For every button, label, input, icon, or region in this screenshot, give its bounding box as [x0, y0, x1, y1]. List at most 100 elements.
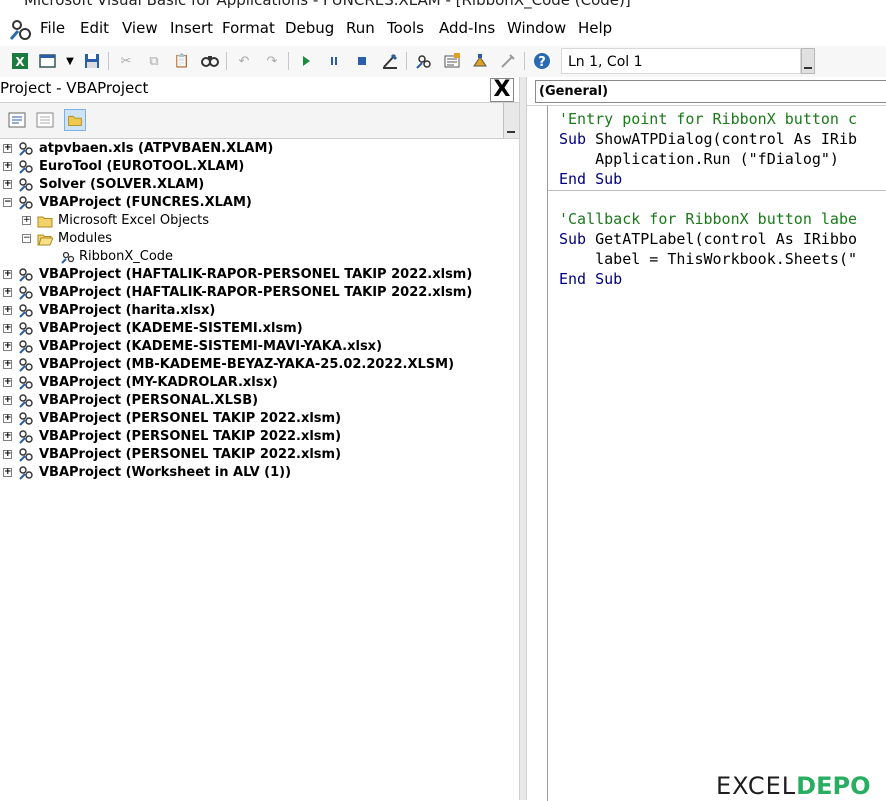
project-explorer-header: Project - VBAProject X: [0, 77, 519, 103]
tree-node[interactable]: + VBAProject (PERSONEL TAKIP 2022.xlsm): [0, 446, 500, 464]
code-line[interactable]: label = ThisWorkbook.Sheets(": [559, 249, 857, 269]
tree-node-label: VBAProject (Worksheet in ALV (1)): [39, 465, 292, 480]
code-line[interactable]: 'Entry point for RibbonX button c: [559, 109, 857, 129]
help-icon[interactable]: ?: [532, 51, 552, 71]
panel-splitter[interactable]: [519, 77, 527, 800]
paste-icon[interactable]: 📋: [172, 51, 192, 71]
collapse-icon[interactable]: −: [22, 234, 31, 243]
undo-icon[interactable]: ↶: [234, 51, 254, 71]
tree-node[interactable]: + VBAProject (Worksheet in ALV (1)): [0, 464, 500, 482]
toggle-folders-icon[interactable]: [64, 109, 86, 131]
code-line[interactable]: End Sub: [559, 169, 622, 189]
tree-node[interactable]: + EuroTool (EUROTOOL.XLAM): [0, 158, 500, 176]
tree-node[interactable]: + VBAProject (KADEME-SISTEMI.xlsm): [0, 320, 500, 338]
menu-tools[interactable]: Tools: [387, 19, 424, 37]
tree-node[interactable]: + VBAProject (HAFTALIK-RAPOR-PERSONEL TAK…: [0, 284, 500, 302]
tree-node[interactable]: RibbonX_Code: [0, 248, 500, 266]
tree-node[interactable]: + Microsoft Excel Objects: [0, 212, 500, 230]
vba-project-icon: [18, 339, 34, 355]
menu-format[interactable]: Format: [222, 19, 275, 37]
cursor-position-indicator: Ln 1, Col 1: [561, 48, 801, 74]
code-keyword: End Sub: [559, 170, 623, 188]
view-code-icon[interactable]: [6, 109, 28, 131]
view-object-icon[interactable]: [34, 109, 56, 131]
expand-icon[interactable]: +: [3, 360, 12, 369]
tree-node[interactable]: + VBAProject (MB-KADEME-BEYAZ-YAKA-25.02.…: [0, 356, 500, 374]
code-keyword: End Sub: [559, 270, 623, 288]
tree-node[interactable]: − Modules: [0, 230, 500, 248]
procedure-separator: [548, 190, 886, 191]
expand-icon[interactable]: +: [3, 432, 12, 441]
tree-node-label: VBAProject (MY-KADROLAR.xlsx): [39, 375, 278, 390]
tree-node[interactable]: + VBAProject (PERSONEL TAKIP 2022.xlsm): [0, 428, 500, 446]
cut-icon[interactable]: ✂: [116, 51, 136, 71]
reset-icon[interactable]: [352, 51, 372, 71]
project-explorer-title: Project - VBAProject: [0, 79, 149, 97]
copy-icon[interactable]: ⧉: [144, 51, 164, 71]
code-line[interactable]: Sub GetATPLabel(control As IRibbo: [559, 229, 857, 249]
redo-icon[interactable]: ↷: [262, 51, 282, 71]
menu-help[interactable]: Help: [578, 19, 612, 37]
object-browser-icon[interactable]: [470, 51, 490, 71]
menu-run[interactable]: Run: [346, 19, 375, 37]
tree-node-label: VBAProject (MB-KADEME-BEYAZ-YAKA-25.02.2…: [39, 357, 455, 372]
menu-window[interactable]: Window: [507, 19, 566, 37]
standard-toolbar: X ▼ ✂ ⧉ 📋 ↶ ↷ ? Ln 1, Col 1: [0, 46, 886, 78]
vba-app-icon[interactable]: [8, 17, 34, 43]
toolbar-overflow-grip[interactable]: [801, 48, 815, 74]
collapse-icon[interactable]: −: [3, 198, 12, 207]
code-editor[interactable]: 'Entry point for RibbonX button c Sub Sho…: [527, 105, 886, 801]
expand-icon[interactable]: +: [3, 162, 12, 171]
menu-add-ins[interactable]: Add-Ins: [439, 19, 495, 37]
insert-userform-icon[interactable]: [38, 51, 58, 71]
tree-node-label: Solver (SOLVER.XLAM): [39, 177, 205, 192]
properties-icon[interactable]: [442, 51, 462, 71]
menu-file[interactable]: File: [40, 19, 65, 37]
expand-icon[interactable]: +: [3, 396, 12, 405]
code-margin[interactable]: [527, 106, 548, 801]
expand-icon[interactable]: +: [3, 414, 12, 423]
vba-project-icon: [18, 267, 34, 283]
tree-node[interactable]: + VBAProject (HAFTALIK-RAPOR-PERSONEL TAK…: [0, 266, 500, 284]
code-line[interactable]: Application.Run ("fDialog"): [559, 149, 839, 169]
expand-icon[interactable]: +: [3, 324, 12, 333]
save-icon[interactable]: [82, 51, 102, 71]
expand-icon[interactable]: +: [3, 270, 12, 279]
menu-debug[interactable]: Debug: [285, 19, 334, 37]
expand-icon[interactable]: +: [3, 378, 12, 387]
project-explorer-icon[interactable]: [414, 51, 434, 71]
design-mode-icon[interactable]: [380, 51, 400, 71]
tree-node[interactable]: + VBAProject (MY-KADROLAR.xlsx): [0, 374, 500, 392]
expand-icon[interactable]: +: [3, 180, 12, 189]
find-icon[interactable]: [200, 51, 220, 71]
scrollbar-grip[interactable]: [503, 103, 519, 138]
object-dropdown[interactable]: (General): [535, 80, 886, 103]
tree-node[interactable]: + atpvbaen.xls (ATPVBAEN.XLAM): [0, 140, 500, 158]
chevron-down-icon[interactable]: ▼: [60, 51, 80, 71]
excel-icon[interactable]: X: [10, 51, 30, 71]
tree-node[interactable]: + Solver (SOLVER.XLAM): [0, 176, 500, 194]
toolbox-icon[interactable]: [498, 51, 518, 71]
code-line[interactable]: Sub ShowATPDialog(control As IRib: [559, 129, 857, 149]
menu-edit[interactable]: Edit: [80, 19, 109, 37]
expand-icon[interactable]: +: [22, 216, 31, 225]
tree-node[interactable]: + VBAProject (KADEME-SISTEMI-MAVI-YAKA.xl…: [0, 338, 500, 356]
expand-icon[interactable]: +: [3, 468, 12, 477]
break-icon[interactable]: [324, 51, 344, 71]
expand-icon[interactable]: +: [3, 288, 12, 297]
code-line[interactable]: 'Callback for RibbonX button labe: [559, 209, 857, 229]
vba-project-icon: [18, 447, 34, 463]
menu-insert[interactable]: Insert: [170, 19, 213, 37]
expand-icon[interactable]: +: [3, 144, 12, 153]
expand-icon[interactable]: +: [3, 306, 12, 315]
tree-node[interactable]: − VBAProject (FUNCRES.XLAM): [0, 194, 500, 212]
tree-node[interactable]: + VBAProject (PERSONAL.XLSB): [0, 392, 500, 410]
expand-icon[interactable]: +: [3, 342, 12, 351]
menu-view[interactable]: View: [122, 19, 158, 37]
tree-node[interactable]: + VBAProject (harita.xlsx): [0, 302, 500, 320]
close-icon[interactable]: X: [490, 78, 514, 102]
code-line[interactable]: End Sub: [559, 269, 622, 289]
tree-node[interactable]: + VBAProject (PERSONEL TAKIP 2022.xlsm): [0, 410, 500, 428]
expand-icon[interactable]: +: [3, 450, 12, 459]
run-icon[interactable]: [296, 51, 316, 71]
